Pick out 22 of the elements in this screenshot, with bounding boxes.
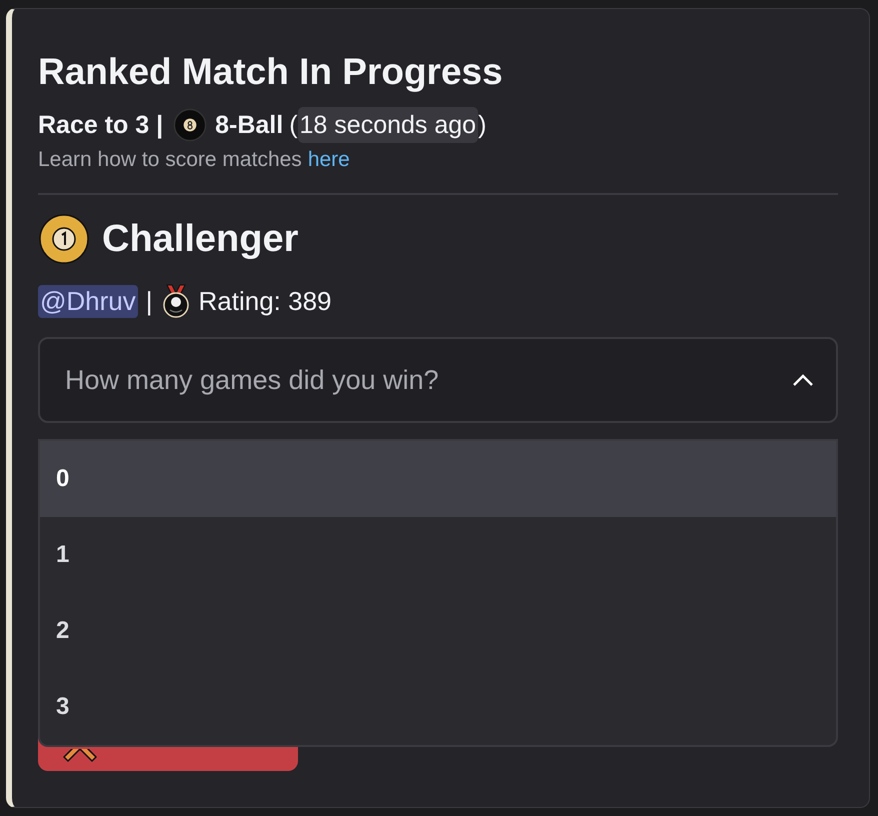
user-mention[interactable]: @Dhruv xyxy=(38,284,138,318)
dropdown-option[interactable]: 3 xyxy=(40,669,836,745)
billiard-ball-icon xyxy=(173,108,208,142)
paren-text: ) xyxy=(478,110,486,141)
paren-text: ( xyxy=(289,110,298,141)
dropdown-option[interactable]: 1 xyxy=(40,517,836,593)
timestamp: 18 seconds ago xyxy=(298,107,478,143)
separator-text: | xyxy=(146,286,153,316)
help-text: Learn how to score matches xyxy=(38,148,302,171)
dropdown-option[interactable]: 2 xyxy=(40,593,836,669)
cross-icon xyxy=(62,749,98,763)
billiard-ball-icon xyxy=(38,213,90,265)
help-link[interactable]: here xyxy=(308,148,350,171)
player-role: Challenger xyxy=(102,218,298,260)
medal-icon xyxy=(160,283,191,319)
dropdown-option[interactable]: 0 xyxy=(40,441,836,517)
game-label: 8-Ball xyxy=(215,110,284,141)
games-won-select[interactable]: How many games did you win? xyxy=(38,337,838,423)
race-label: Race to 3 | xyxy=(38,110,164,141)
rating-text: Rating: 389 xyxy=(198,286,332,316)
embed-title: Ranked Match In Progress xyxy=(38,50,504,94)
chevron-icon xyxy=(792,373,814,387)
